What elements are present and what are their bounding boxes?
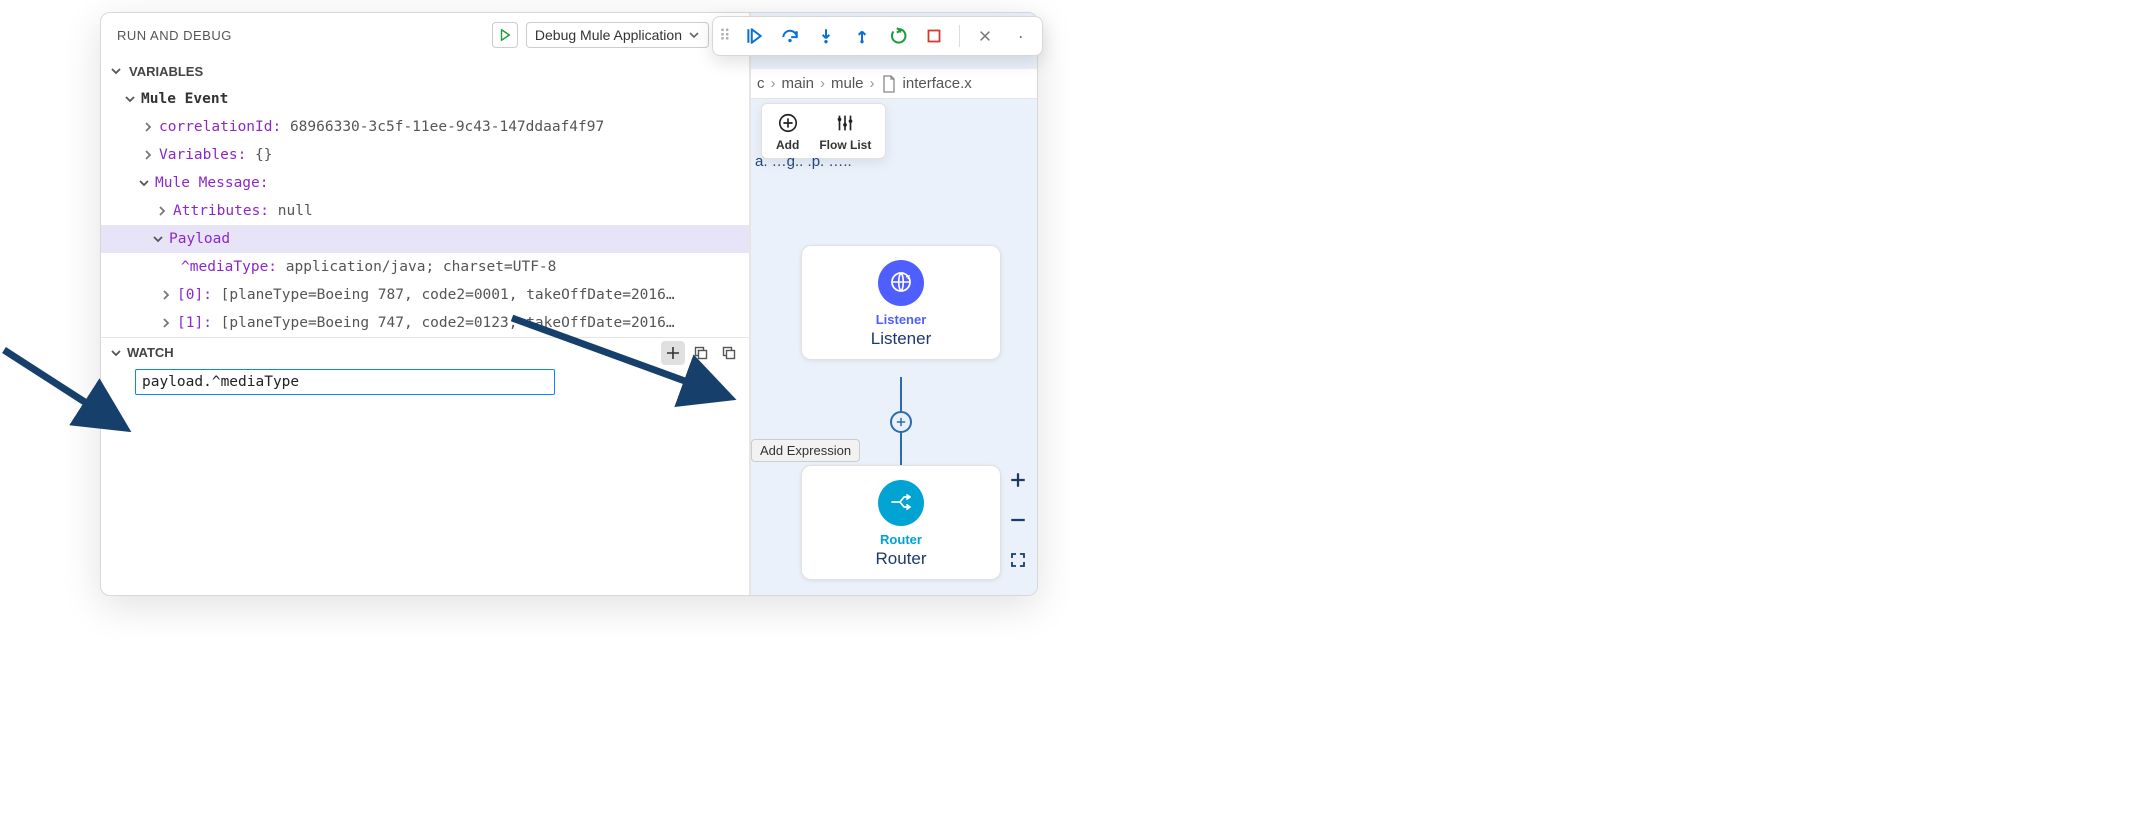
step-out-button[interactable] — [851, 25, 873, 47]
add-expression-button[interactable] — [661, 341, 685, 365]
flow-node-listener[interactable]: Listener Listener — [801, 245, 1001, 360]
debug-config-select[interactable]: Debug Mule Application — [526, 22, 709, 48]
breadcrumb-mule[interactable]: mule — [831, 75, 864, 92]
canvas-toolbar: Add Flow List — [761, 103, 886, 159]
fullscreen-button[interactable] — [1007, 549, 1029, 571]
watch-expression-input[interactable] — [135, 369, 555, 395]
zoom-in-button[interactable] — [1007, 469, 1029, 491]
flow-add-dot[interactable] — [890, 411, 912, 433]
add-expression-tooltip: Add Expression — [751, 439, 860, 462]
debug-toolbar[interactable]: ⠿ · — [712, 16, 1043, 56]
collapse-all-button[interactable] — [717, 341, 741, 365]
file-icon — [881, 75, 897, 93]
start-debug-button[interactable] — [492, 22, 518, 48]
continue-button[interactable] — [743, 25, 765, 47]
more-icon[interactable]: · — [1010, 25, 1032, 47]
flow-node-router[interactable]: Router Router — [801, 465, 1001, 580]
step-into-button[interactable] — [815, 25, 837, 47]
run-debug-title: RUN AND DEBUG — [117, 28, 484, 43]
breadcrumb-file[interactable]: interface.x — [903, 75, 972, 92]
tree-row-mule-event[interactable]: Mule Event — [101, 85, 749, 113]
variables-section-header[interactable]: VARIABLES — [101, 57, 749, 85]
canvas-text: a. …g.. .p. ….. — [751, 153, 852, 170]
breadcrumb: c› main› mule› interface.x — [751, 69, 1037, 99]
step-over-button[interactable] — [779, 25, 801, 47]
tree-row-payload[interactable]: Payload — [101, 225, 749, 253]
tree-row-correlation[interactable]: correlationId: 68966330-3c5f-11ee-9c43-1… — [101, 113, 749, 141]
grip-icon[interactable]: ⠿ — [719, 26, 729, 46]
tree-row-attributes[interactable]: Attributes: null — [101, 197, 749, 225]
restart-button[interactable] — [887, 25, 909, 47]
breadcrumb-main[interactable]: main — [782, 75, 815, 92]
tree-row-1[interactable]: [1]: [planeType=Boeing 747, code2=0123, … — [101, 309, 749, 337]
tree-row-mule-message[interactable]: Mule Message: — [101, 169, 749, 197]
stop-button[interactable] — [923, 25, 945, 47]
watch-section-header[interactable]: WATCH — [101, 337, 749, 367]
tree-row-0[interactable]: [0]: [planeType=Boeing 787, code2=0001, … — [101, 281, 749, 309]
tree-row-mediatype[interactable]: ^mediaType: application/java; charset=UT… — [101, 253, 749, 281]
globe-icon — [889, 270, 913, 297]
canvas-flowlist-button[interactable]: Flow List — [819, 112, 871, 152]
debug-config-label: Debug Mule Application — [535, 27, 682, 43]
remove-all-button[interactable] — [689, 341, 713, 365]
canvas-add-button[interactable]: Add — [776, 112, 799, 152]
close-debug-button[interactable] — [974, 25, 996, 47]
zoom-out-button[interactable] — [1007, 509, 1029, 531]
router-icon — [889, 490, 913, 517]
tree-row-variables[interactable]: Variables: {} — [101, 141, 749, 169]
